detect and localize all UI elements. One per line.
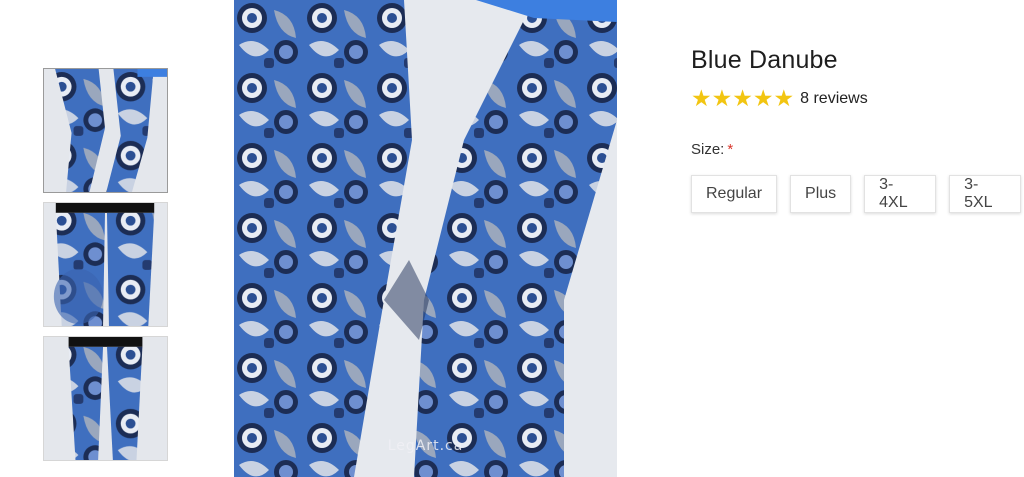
main-product-image[interactable]: LegArt.ca xyxy=(234,0,617,477)
rating-row: ★ ★ ★ ★ ★ 8 reviews xyxy=(691,87,1021,110)
size-option-3-4xl[interactable]: 3-4XL xyxy=(864,175,937,213)
size-options: Regular Plus 3-4XL 3-5XL xyxy=(691,175,1021,213)
star-icon: ★ xyxy=(773,85,795,111)
size-option-plus[interactable]: Plus xyxy=(790,175,852,213)
thumbnail-image xyxy=(44,203,167,326)
reviews-link[interactable]: 8 reviews xyxy=(800,90,868,108)
leggings-photo xyxy=(234,0,617,477)
star-icon: ★ xyxy=(752,85,774,111)
star-icon: ★ xyxy=(732,85,753,111)
required-marker: * xyxy=(727,141,734,158)
product-info: Blue Danube ★ ★ ★ ★ ★ 8 reviews Size: * Regul… xyxy=(691,46,1021,213)
thumbnail-2[interactable] xyxy=(43,202,168,327)
size-option-3-5xl[interactable]: 3-5XL xyxy=(949,175,1021,213)
thumbnail-image xyxy=(44,337,167,460)
thumbnail-image xyxy=(44,69,167,192)
thumbnail-3[interactable] xyxy=(43,336,168,461)
star-rating: ★ ★ ★ ★ ★ xyxy=(691,87,794,110)
watermark-text: LegArt.ca xyxy=(387,438,464,454)
product-title: Blue Danube xyxy=(691,46,838,74)
size-label: Size: * xyxy=(691,141,1021,158)
size-option-regular[interactable]: Regular xyxy=(691,175,778,213)
size-label-text: Size: xyxy=(691,141,725,158)
thumbnail-gallery xyxy=(43,68,168,470)
thumbnail-1[interactable] xyxy=(43,68,168,193)
star-icon: ★ xyxy=(691,85,712,111)
star-icon: ★ xyxy=(711,85,733,111)
